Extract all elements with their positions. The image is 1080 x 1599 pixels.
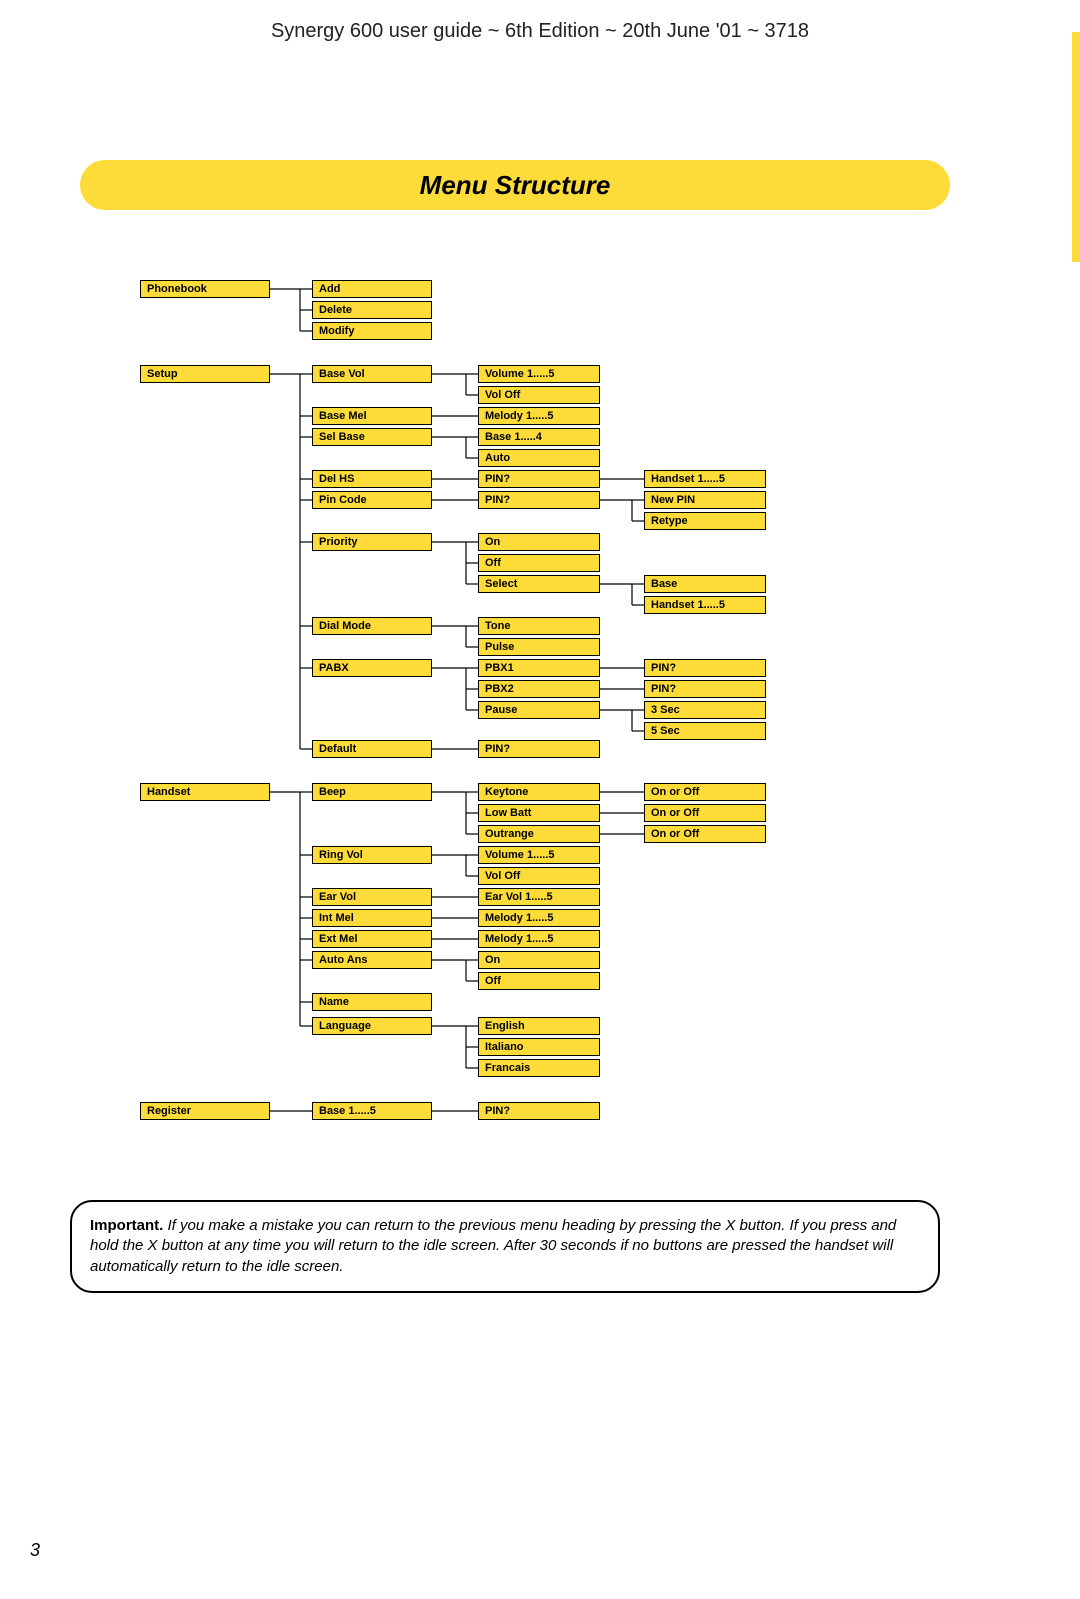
- title-text: Menu Structure: [420, 170, 611, 201]
- box-on2: On: [478, 951, 600, 969]
- box-add: Add: [312, 280, 432, 298]
- box-delhs: Del HS: [312, 470, 432, 488]
- box-italiano: Italiano: [478, 1038, 600, 1056]
- box-english: English: [478, 1017, 600, 1035]
- box-earvol: Ear Vol: [312, 888, 432, 906]
- box-pause: Pause: [478, 701, 600, 719]
- box-newpin: New PIN: [644, 491, 766, 509]
- box-voloff2: Vol Off: [478, 867, 600, 885]
- box-onoroff2: On or Off: [644, 804, 766, 822]
- box-volume15: Volume 1.....5: [478, 365, 600, 383]
- box-basevol: Base Vol: [312, 365, 432, 383]
- box-language: Language: [312, 1017, 432, 1035]
- note-label: Important.: [90, 1217, 163, 1234]
- box-tone: Tone: [478, 617, 600, 635]
- page-header: Synergy 600 user guide ~ 6th Edition ~ 2…: [0, 0, 1080, 43]
- box-pin3: PIN?: [644, 659, 766, 677]
- box-autoans: Auto Ans: [312, 951, 432, 969]
- box-francais: Francais: [478, 1059, 600, 1077]
- box-handset15b: Handset 1.....5: [644, 596, 766, 614]
- box-dialmode: Dial Mode: [312, 617, 432, 635]
- box-priority: Priority: [312, 533, 432, 551]
- box-pincode: Pin Code: [312, 491, 432, 509]
- box-basemel: Base Mel: [312, 407, 432, 425]
- box-select: Select: [478, 575, 600, 593]
- box-outrange: Outrange: [478, 825, 600, 843]
- menu-structure-diagram: Phonebook Setup Handset Register Add Del…: [0, 270, 1080, 1170]
- box-pbx1: PBX1: [478, 659, 600, 677]
- box-melody15c: Melody 1.....5: [478, 930, 600, 948]
- box-pabx: PABX: [312, 659, 432, 677]
- box-melody15a: Melody 1.....5: [478, 407, 600, 425]
- box-onoroff3: On or Off: [644, 825, 766, 843]
- box-volume15b: Volume 1.....5: [478, 846, 600, 864]
- box-extmel: Ext Mel: [312, 930, 432, 948]
- box-retype: Retype: [644, 512, 766, 530]
- box-pbx2: PBX2: [478, 680, 600, 698]
- side-tab: [1072, 32, 1080, 262]
- box-off1: Off: [478, 554, 600, 572]
- box-sec3: 3 Sec: [644, 701, 766, 719]
- box-voloff: Vol Off: [478, 386, 600, 404]
- box-keytone: Keytone: [478, 783, 600, 801]
- box-onoroff1: On or Off: [644, 783, 766, 801]
- box-lowbatt: Low Batt: [478, 804, 600, 822]
- page-number: 3: [30, 1540, 40, 1561]
- box-base: Base: [644, 575, 766, 593]
- box-base15: Base 1.....5: [312, 1102, 432, 1120]
- box-setup: Setup: [140, 365, 270, 383]
- box-sec5: 5 Sec: [644, 722, 766, 740]
- note-body: If you make a mistake you can return to …: [90, 1217, 896, 1275]
- box-off2: Off: [478, 972, 600, 990]
- title-banner: Menu Structure: [80, 160, 950, 220]
- box-register: Register: [140, 1102, 270, 1120]
- box-delete: Delete: [312, 301, 432, 319]
- box-pin2: PIN?: [478, 491, 600, 509]
- box-ringvol: Ring Vol: [312, 846, 432, 864]
- box-intmel: Int Mel: [312, 909, 432, 927]
- box-name: Name: [312, 993, 432, 1011]
- important-note: Important. If you make a mistake you can…: [70, 1200, 940, 1293]
- box-pin6: PIN?: [478, 1102, 600, 1120]
- box-beep: Beep: [312, 783, 432, 801]
- box-pin1: PIN?: [478, 470, 600, 488]
- box-on1: On: [478, 533, 600, 551]
- box-pulse: Pulse: [478, 638, 600, 656]
- box-phonebook: Phonebook: [140, 280, 270, 298]
- box-selbase: Sel Base: [312, 428, 432, 446]
- box-melody15b: Melody 1.....5: [478, 909, 600, 927]
- box-auto: Auto: [478, 449, 600, 467]
- box-earvol15: Ear Vol 1.....5: [478, 888, 600, 906]
- box-handset: Handset: [140, 783, 270, 801]
- box-base14: Base 1.....4: [478, 428, 600, 446]
- box-pin4: PIN?: [644, 680, 766, 698]
- box-handset15a: Handset 1.....5: [644, 470, 766, 488]
- box-modify: Modify: [312, 322, 432, 340]
- box-pin5: PIN?: [478, 740, 600, 758]
- box-default: Default: [312, 740, 432, 758]
